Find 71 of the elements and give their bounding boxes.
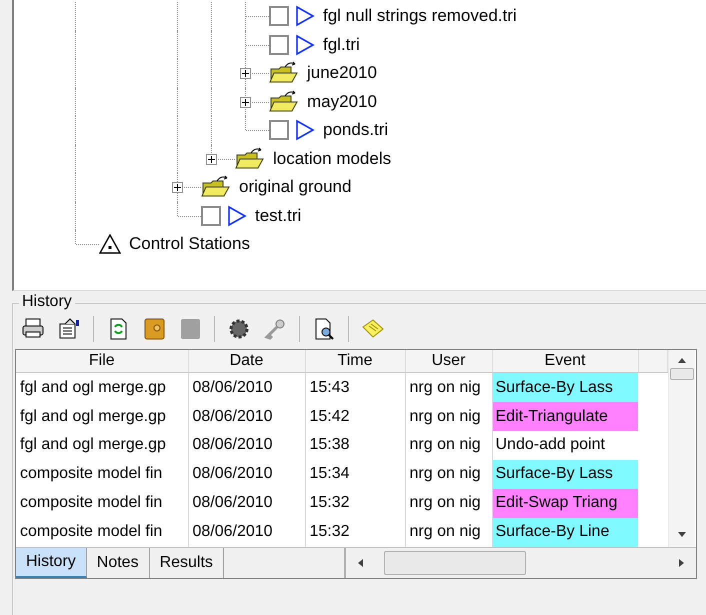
tab[interactable]: History: [16, 548, 87, 578]
folder-label[interactable]: location models: [273, 148, 392, 169]
table-cell: 15:43: [305, 372, 405, 402]
triangle-icon: [295, 119, 315, 142]
triangle-icon: [295, 5, 315, 28]
column-header[interactable]: User: [405, 350, 492, 372]
folder-label[interactable]: original ground: [239, 177, 352, 198]
checkbox[interactable]: [269, 6, 289, 26]
column-header[interactable]: Date: [188, 350, 305, 372]
gear-icon: [227, 317, 251, 341]
surface-label[interactable]: fgl.tri: [323, 34, 360, 55]
event-cell: Surface-By Lass: [492, 372, 638, 402]
scroll-down-icon[interactable]: [677, 529, 687, 539]
table-cell: fgl and ogl merge.gp: [16, 372, 188, 402]
blank-icon: [178, 317, 202, 341]
column-header[interactable]: Event: [492, 350, 638, 372]
event-cell: Surface-By Lass: [492, 460, 638, 489]
table-cell: nrg on nig: [405, 372, 492, 402]
table-cell: nrg on nig: [405, 488, 492, 518]
checkbox[interactable]: [269, 34, 289, 55]
table-cell: 08/06/2010: [188, 488, 305, 518]
safe-icon: [142, 317, 166, 341]
expand-icon[interactable]: [240, 96, 251, 108]
table-cell: 15:38: [305, 431, 405, 460]
table-cell: 08/06/2010: [188, 372, 305, 402]
event-cell: Edit-Triangulate: [492, 402, 638, 431]
table-cell: nrg on nig: [405, 431, 492, 460]
folder-label[interactable]: june2010: [307, 63, 377, 84]
table-cell: 08/06/2010: [188, 431, 305, 460]
table-cell: nrg on nig: [405, 460, 492, 489]
folder-icon: [235, 146, 265, 171]
scroll-thumb[interactable]: [670, 368, 694, 380]
scroll-thumb[interactable]: [384, 551, 526, 575]
table-cell: fgl and ogl merge.gp: [16, 402, 188, 431]
folder-icon: [201, 175, 231, 200]
group-title: History: [19, 293, 75, 311]
surface-label[interactable]: test.tri: [255, 206, 302, 226]
table-cell: 08/06/2010: [188, 402, 305, 431]
table-cell: nrg on nig: [405, 402, 492, 431]
table-cell: fgl and ogl merge.gp: [16, 431, 188, 460]
folder-icon: [269, 90, 299, 114]
expand-icon[interactable]: [240, 68, 251, 80]
surface-label[interactable]: fgl null strings removed.tri: [323, 6, 517, 26]
event-cell: Edit-Swap Triang: [492, 488, 638, 518]
event-cell: Surface-By Line: [492, 518, 638, 547]
scroll-up-icon[interactable]: [677, 356, 687, 366]
properties-icon: [57, 317, 81, 341]
table-cell: 15:42: [305, 402, 405, 431]
folder-label[interactable]: may2010: [307, 92, 377, 112]
folder-icon: [269, 61, 299, 86]
scroll-right-icon[interactable]: [676, 558, 686, 568]
scroll-left-icon[interactable]: [356, 558, 366, 568]
key-icon: [263, 317, 287, 341]
table-cell: 15:34: [305, 460, 405, 489]
table-cell: 15:32: [305, 488, 405, 518]
table-cell: 08/06/2010: [188, 460, 305, 489]
expand-icon[interactable]: [172, 182, 183, 194]
expand-icon[interactable]: [206, 154, 217, 165]
triangle-icon: [295, 34, 315, 56]
warning-triangle-icon: [99, 234, 121, 254]
checkbox[interactable]: [269, 120, 289, 140]
table-cell: composite model fin: [16, 460, 188, 489]
surface-label[interactable]: ponds.tri: [323, 120, 388, 140]
table-cell: composite model fin: [16, 488, 188, 518]
vertical-scrollbar[interactable]: [668, 350, 695, 547]
checkbox[interactable]: [201, 206, 221, 226]
event-cell: Undo-add point: [492, 431, 638, 460]
stations-label[interactable]: Control Stations: [129, 234, 250, 254]
column-header[interactable]: File: [16, 350, 188, 372]
triangle-icon: [227, 204, 247, 227]
column-header[interactable]: Time: [305, 350, 405, 372]
